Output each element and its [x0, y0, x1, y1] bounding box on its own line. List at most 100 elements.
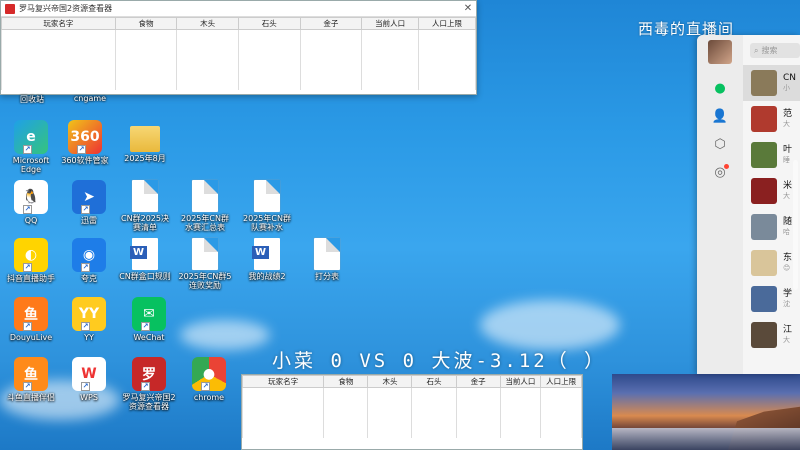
chat-item-text: CN 小: [783, 73, 796, 93]
desktop-icon-file[interactable]: 打分表: [300, 238, 354, 281]
chat-list-item[interactable]: 米大: [743, 173, 800, 209]
contacts-icon[interactable]: 👤: [697, 106, 743, 126]
shortcut-arrow-icon: ↗: [23, 145, 32, 154]
resource-table-window-2[interactable]: 玩家名字 食物 木头 石头 金子 当前人口 人口上限: [241, 374, 583, 450]
desktop-icon-wps[interactable]: W ↗ WPS: [62, 357, 116, 402]
chat-list-item[interactable]: 范大: [743, 101, 800, 137]
wechat-panel[interactable]: ● 👤 ⬡ ◎ ⌕ 搜索 CN 小范大叶睡米大随哈东 😊 学沈江大: [697, 35, 800, 374]
column-header: 石头: [237, 17, 301, 30]
desktop-icon-word[interactable]: W CN群盒口规则: [118, 238, 172, 281]
column-header: 玩家名字: [241, 375, 325, 388]
chat-item-text: 范大: [783, 109, 792, 129]
desktop-icon-yy[interactable]: YY ↗ YY: [62, 297, 116, 342]
desktop-icon-wechat[interactable]: ✉ ↗ WeChat: [122, 297, 176, 342]
column-header: 食物: [323, 375, 369, 388]
desktop-icon-douyu2[interactable]: 鱼 ↗ 斗鱼直播伴侣: [4, 357, 58, 402]
document-icon: [132, 180, 158, 212]
shortcut-arrow-icon: ↗: [81, 382, 90, 391]
desktop-icon-label: 2025年CN群队赛补水: [243, 214, 291, 232]
desktop-icon-file[interactable]: 2025年CN群5连败奖励: [178, 238, 232, 290]
cube-icon[interactable]: ⬡: [697, 134, 743, 154]
desktop-icon-s360[interactable]: 360 ↗ 360软件管家: [58, 120, 112, 165]
chat-name: 随: [783, 217, 793, 227]
chat-name: 东: [783, 253, 793, 263]
word-doc-icon: W: [130, 238, 158, 270]
desktop-icon-label: 夸克: [81, 274, 97, 283]
chat-list-item[interactable]: CN 小: [743, 65, 800, 101]
shortcut-arrow-icon: ↗: [141, 382, 150, 391]
document-icon: [192, 238, 218, 270]
desktop-icon-label: WPS: [80, 393, 98, 402]
resource-table: 玩家名字 食物 木头 石头 金子 当前人口 人口上限: [1, 17, 476, 90]
chat-list-item[interactable]: 叶睡: [743, 137, 800, 173]
chat-list: CN 小范大叶睡米大随哈东 😊 学沈江大: [743, 65, 800, 353]
avatar: [751, 322, 777, 348]
desktop-icon-word[interactable]: W 我的战绩2: [240, 238, 294, 281]
table-row: [241, 417, 582, 428]
desktop-icon-label: QQ: [24, 216, 38, 225]
desktop-icon-xunlei[interactable]: ➤ ↗ 迅雷: [62, 180, 116, 225]
wechat-icon: ✉ ↗: [132, 297, 166, 331]
table-row: [1, 39, 476, 50]
desktop-icon-file[interactable]: CN群2025决赛清单: [118, 180, 172, 232]
avatar: [751, 142, 777, 168]
chat-list-item[interactable]: 学沈: [743, 281, 800, 317]
desktop-icon-douyin[interactable]: ◐ ↗ 抖音直播助手: [4, 238, 58, 283]
column-header: 当前人口: [361, 17, 420, 30]
table-header-row: 玩家名字 食物 木头 石头 金子 当前人口 人口上限: [241, 375, 582, 388]
chat-list-item[interactable]: 随哈: [743, 209, 800, 245]
avatar[interactable]: [708, 40, 732, 64]
chrome-icon: ● ↗: [192, 357, 226, 391]
desktop-icon-label: 打分表: [315, 272, 339, 281]
table-row: [241, 387, 582, 398]
chat-preview: 大: [783, 192, 790, 200]
chat-list-item[interactable]: 东 😊: [743, 245, 800, 281]
desktop-icon-file[interactable]: 2025年CN群队赛补水: [240, 180, 294, 232]
desktop-icon-douyu[interactable]: 鱼 ↗ DouyuLive: [4, 297, 58, 342]
table-row: [1, 49, 476, 60]
chat-name: 米: [783, 181, 793, 191]
recycle-bin-label[interactable]: 回收站: [12, 94, 52, 105]
chat-name: 学: [783, 289, 793, 299]
desktop-icon-qq[interactable]: 🐧 ↗ QQ: [4, 180, 58, 225]
desktop-icon-file[interactable]: 2025年CN群水赛汇总表: [178, 180, 232, 232]
search-input[interactable]: ⌕ 搜索: [750, 43, 800, 58]
column-header: 木头: [367, 375, 413, 388]
table-row: [1, 59, 476, 70]
resource-viewer-window[interactable]: 罗马复兴帝国2资源查看器 ✕ 玩家名字 食物 木头 石头 金子 当前人口 人口上限: [0, 0, 477, 95]
edge-icon: e ↗: [14, 120, 48, 154]
desktop-icon-label: 抖音直播助手: [7, 274, 55, 283]
desktop-icon-chrome[interactable]: ● ↗ chrome: [182, 357, 236, 402]
desktop-icon-label: Microsoft Edge: [12, 156, 50, 174]
cloud: [180, 320, 270, 350]
window-titlebar[interactable]: 罗马复兴帝国2资源查看器 ✕: [1, 1, 476, 17]
table-row: [241, 427, 582, 438]
desktop-icon-label: 2025年CN群水赛汇总表: [181, 214, 229, 232]
s360-icon: 360 ↗: [68, 120, 102, 154]
quark-icon: ◉ ↗: [72, 238, 106, 272]
chat-item-text: 叶睡: [783, 145, 792, 165]
table-row: [1, 29, 476, 40]
wps-icon: W ↗: [72, 357, 106, 391]
chat-list-item[interactable]: 江大: [743, 317, 800, 353]
column-header: 木头: [176, 17, 239, 30]
app-icon: [5, 3, 15, 14]
roma-icon: 罗 ↗: [132, 357, 166, 391]
shortcut-arrow-icon: ↗: [23, 382, 32, 391]
yy-icon: YY ↗: [72, 297, 106, 331]
desktop-icon-roma[interactable]: 罗 ↗ 罗马复兴帝国2资源查看器: [122, 357, 176, 411]
cngame-label[interactable]: cngame: [68, 94, 112, 103]
resource-table-2: 玩家名字 食物 木头 石头 金子 当前人口 人口上限: [241, 375, 582, 438]
scrollbar[interactable]: [793, 160, 798, 290]
window-title: 罗马复兴帝国2资源查看器: [19, 4, 113, 13]
desktop-icon-quark[interactable]: ◉ ↗ 夸克: [62, 238, 116, 283]
document-icon: [254, 180, 280, 212]
compass-icon[interactable]: ◎: [697, 162, 743, 182]
douyin-icon: ◐ ↗: [14, 238, 48, 272]
column-header: 人口上限: [418, 17, 476, 30]
desktop-icon-edge[interactable]: e ↗ Microsoft Edge: [4, 120, 58, 174]
close-icon[interactable]: ✕: [460, 3, 476, 14]
desktop-icon-folder[interactable]: 2025年8月: [118, 120, 172, 163]
chat-bubble-icon[interactable]: ●: [697, 78, 743, 98]
shortcut-arrow-icon: ↗: [77, 145, 86, 154]
